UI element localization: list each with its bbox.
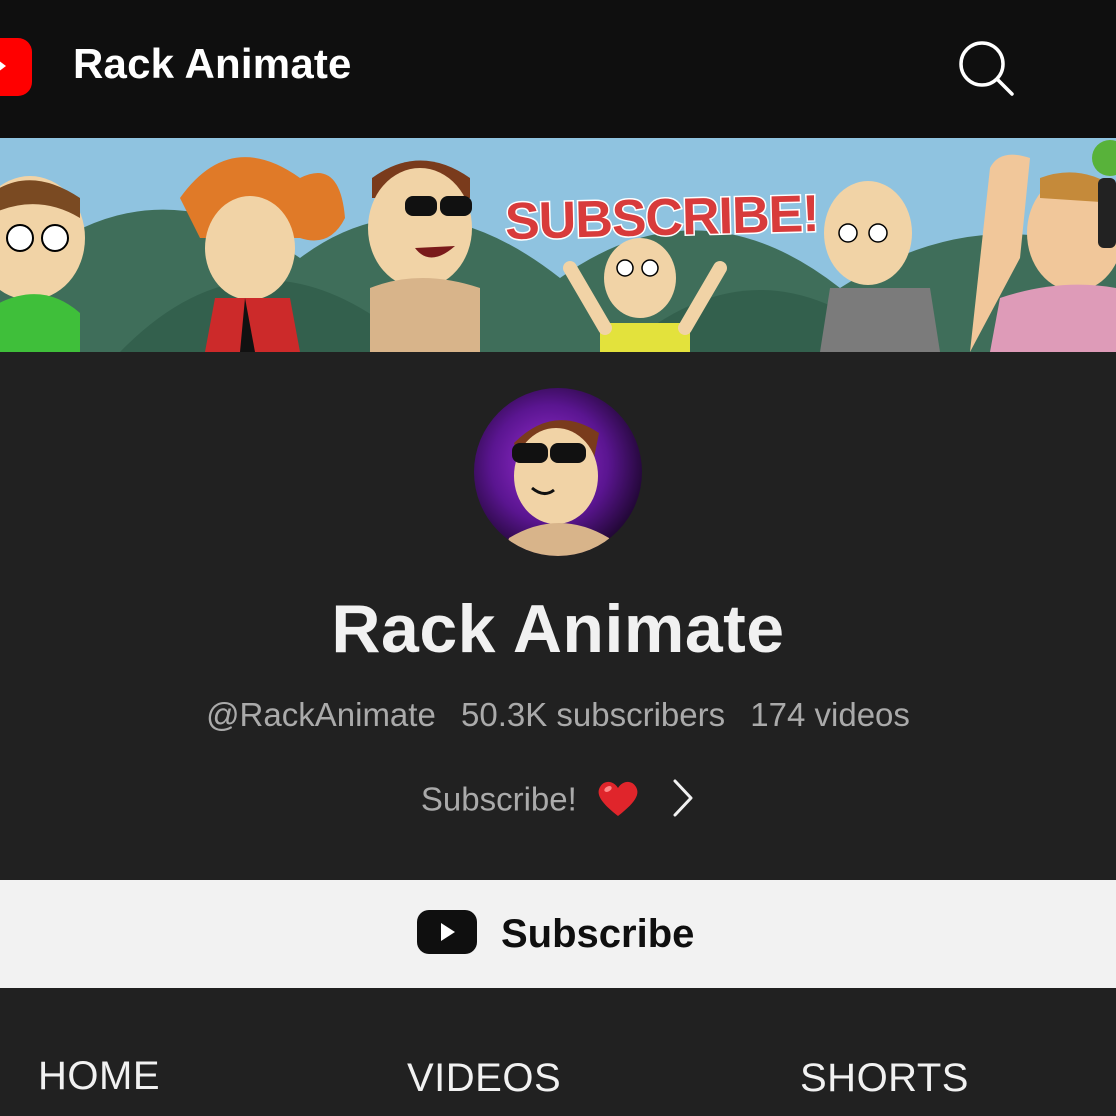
channel-meta: @RackAnimate 50.3K subscribers 174 video… [0, 696, 1116, 734]
banner-subscribe-text: SUBSCRIBE! [503, 183, 821, 252]
youtube-play-icon [417, 909, 477, 959]
video-count: 174 videos [750, 696, 910, 733]
channel-name: Rack Animate [331, 591, 785, 667]
subscribe-button[interactable]: Subscribe [0, 880, 1116, 988]
youtube-logo-icon[interactable] [0, 38, 32, 96]
tab-shorts[interactable]: SHORTS [800, 1056, 969, 1101]
chevron-right-icon[interactable] [671, 778, 695, 826]
top-app-bar: Rack Animate [0, 0, 1116, 138]
tab-videos[interactable]: VIDEOS [407, 1056, 561, 1101]
heart-emoji-icon [596, 778, 640, 826]
channel-tagline: Subscribe! [420, 780, 577, 818]
subscribe-label: Subscribe [501, 911, 695, 956]
channel-handle: @RackAnimate [206, 696, 436, 733]
avatar-illustration [504, 420, 614, 556]
channel-avatar[interactable] [474, 388, 642, 556]
subscriber-count: 50.3K subscribers [460, 696, 726, 733]
tab-home[interactable]: HOME [38, 1054, 160, 1099]
channel-description-link[interactable]: Subscribe! [0, 778, 1116, 826]
subscribe-button-content: Subscribe [417, 909, 695, 959]
search-icon[interactable] [952, 36, 1018, 102]
channel-banner: SUBSCRIBE! [0, 138, 1116, 352]
channel-tabs: HOME VIDEOS SHORTS [0, 988, 1116, 1116]
app-bar-title: Rack Animate [73, 40, 352, 87]
